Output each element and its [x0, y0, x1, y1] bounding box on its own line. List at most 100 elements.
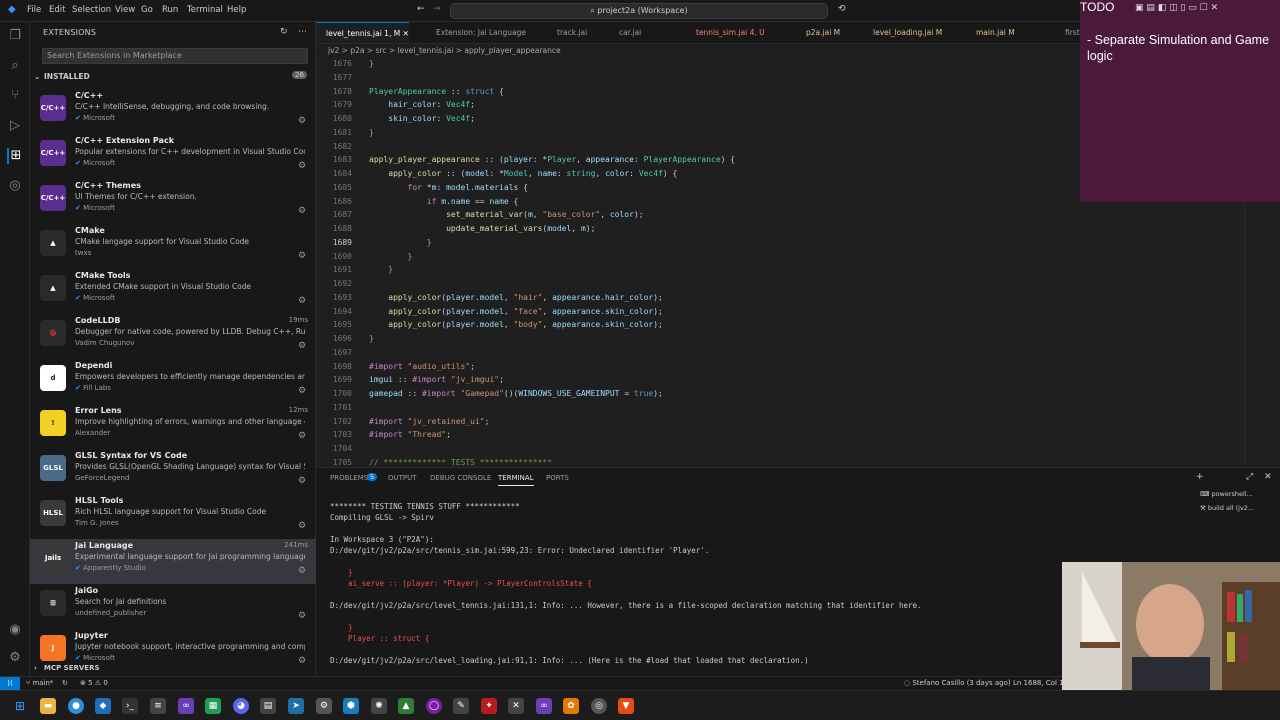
app-icon-tag[interactable]: ✎ — [453, 698, 469, 714]
manage-gear-icon[interactable]: ⚙ — [298, 566, 306, 576]
account-icon[interactable]: ◉ — [7, 622, 23, 638]
editor-tab[interactable]: p2a.jai M — [796, 22, 840, 43]
app-icon-shield[interactable]: ⬢ — [343, 698, 359, 714]
menu-edit[interactable]: Edit — [49, 5, 65, 15]
extensions-icon[interactable]: ⊞ — [7, 148, 23, 164]
extension-item[interactable]: HLSL HLSL Tools Rich HLSL language support… — [30, 494, 316, 539]
extension-item[interactable]: Jails Jai Language Experimental language s… — [30, 539, 316, 584]
manage-gear-icon[interactable]: ⚙ — [298, 116, 306, 126]
installed-section-header[interactable]: ⌄ INSTALLED 26 — [30, 70, 316, 84]
manage-gear-icon[interactable]: ⚙ — [298, 431, 306, 441]
manage-gear-icon[interactable]: ⚙ — [298, 611, 306, 621]
terminal-instance-powershell[interactable]: ⌨ powershell... — [1200, 490, 1253, 498]
app-icon-chrome-alt[interactable]: ◎ — [591, 698, 607, 714]
editor-tab[interactable]: car.jai — [609, 22, 641, 43]
extension-item[interactable]: GLSL GLSL Syntax for VS Code Provides GLSL… — [30, 449, 316, 494]
brave-icon[interactable]: ▼ — [618, 698, 634, 714]
window-controls-icons[interactable]: ▣ ▤ ◧ ◫ ▯ ▭ ☐ ✕ — [1135, 3, 1218, 13]
code-line[interactable]: 1699 imgui :: #import "jv_imgui"; — [316, 373, 1280, 387]
app-icon-bird[interactable]: ➤ — [288, 698, 304, 714]
close-panel-icon[interactable]: ✕ — [1264, 472, 1272, 482]
menu-view[interactable]: View — [115, 5, 135, 15]
code-line[interactable]: 1704 — [316, 442, 1280, 456]
code-line[interactable]: 1692 — [316, 277, 1280, 291]
tab-output[interactable]: OUTPUT — [388, 474, 417, 482]
app-icon-circle[interactable]: ◯ — [426, 698, 442, 714]
settings-gear-icon[interactable]: ⚙ — [7, 650, 23, 666]
tab-problems[interactable]: PROBLEMS — [330, 474, 368, 482]
extension-search-input[interactable]: Search Extensions in Marketplace — [42, 48, 308, 64]
extension-item[interactable]: ! Error Lens Improve highlighting of error… — [30, 404, 316, 449]
menu-help[interactable]: Help — [227, 5, 246, 15]
app-icon-red[interactable]: ✦ — [481, 698, 497, 714]
back-arrow-icon[interactable]: ← — [417, 4, 425, 14]
extension-item[interactable]: ⊞ JaiGo Search for Jai definitions undefine… — [30, 584, 316, 629]
extension-item[interactable]: C/C++ C/C++ Themes UI Themes for C/C++ ext… — [30, 179, 316, 224]
manage-gear-icon[interactable]: ⚙ — [298, 206, 306, 216]
more-actions-icon[interactable]: ⋯ — [298, 27, 307, 37]
discord-icon[interactable]: ◕ — [233, 698, 249, 714]
code-line[interactable]: 1687 set_material_var(m, "base_color", c… — [316, 208, 1280, 222]
source-control-icon[interactable]: ⑂ — [7, 88, 23, 104]
close-tab-icon[interactable]: ✕ — [403, 29, 409, 38]
code-line[interactable]: 1703 #import "Thread"; — [316, 428, 1280, 442]
terminal-app-icon[interactable]: ›_ — [122, 698, 138, 714]
app-icon-cross[interactable]: ✕ — [508, 698, 524, 714]
manage-gear-icon[interactable]: ⚙ — [298, 251, 306, 261]
app-icon-orange[interactable]: ✿ — [563, 698, 579, 714]
tab-terminal[interactable]: TERMINAL — [498, 474, 534, 486]
menu-terminal[interactable]: Terminal — [187, 5, 223, 15]
app-icon-settings[interactable]: ⚙ — [316, 698, 332, 714]
manage-gear-icon[interactable]: ⚙ — [298, 476, 306, 486]
manage-gear-icon[interactable]: ⚙ — [298, 386, 306, 396]
windows-start-icon[interactable]: ⊞ — [12, 698, 28, 714]
manage-gear-icon[interactable]: ⚙ — [298, 161, 306, 171]
code-line[interactable]: 1705 // ************* TESTS *************… — [316, 456, 1280, 467]
code-line[interactable]: 1688 update_material_vars(model, m); — [316, 222, 1280, 236]
tab-ports[interactable]: PORTS — [546, 474, 569, 482]
code-line[interactable]: 1696} — [316, 332, 1280, 346]
extension-item[interactable]: C/C++ C/C++ Extension Pack Popular extensi… — [30, 134, 316, 179]
explorer-icon[interactable]: ❐ — [7, 28, 23, 44]
code-line[interactable]: 1691 } — [316, 263, 1280, 277]
code-line[interactable]: 1701 — [316, 401, 1280, 415]
extension-item[interactable]: ▲ CMake CMake langage support for Visual S… — [30, 224, 316, 269]
branch-indicator[interactable]: ⑂ main* — [26, 679, 53, 687]
cursor-position[interactable]: Ln 1688, Col 1 — [1013, 679, 1064, 687]
visual-studio-icon[interactable]: ∞ — [178, 698, 194, 714]
editor-tab[interactable]: track.jai — [547, 22, 587, 43]
remote-icon[interactable]: ◎ — [7, 178, 23, 194]
editor-tab[interactable]: main.jai M — [966, 22, 1015, 43]
copilot-icon[interactable]: ⟲ — [838, 4, 846, 14]
search-icon[interactable]: ⌕ — [7, 58, 23, 74]
mcp-servers-section-header[interactable]: › MCP SERVERS — [30, 663, 316, 675]
chrome-icon[interactable]: ● — [68, 698, 84, 714]
vscode-icon[interactable]: ◆ — [95, 698, 111, 714]
terminal-instance-build[interactable]: ⚒ build all (jv2... — [1200, 504, 1254, 512]
remote-indicator-icon[interactable]: ⟩⟨ — [0, 677, 20, 691]
app-icon-triangle[interactable]: ▲ — [398, 698, 414, 714]
extension-item[interactable]: ▲ CMake Tools Extended CMake support in Vi… — [30, 269, 316, 314]
spreadsheet-icon[interactable]: ▦ — [205, 698, 221, 714]
editor-tab[interactable]: level_loading.jai M — [863, 22, 942, 43]
code-line[interactable]: 1695 apply_color(player.model, "body", a… — [316, 318, 1280, 332]
extension-item[interactable]: C/C++ C/C++ C/C++ IntelliSense, debugging,… — [30, 89, 316, 134]
editor-tab[interactable]: Extension: Jai Language — [426, 22, 526, 43]
app-icon-grid[interactable]: ▤ — [260, 698, 276, 714]
problems-indicator[interactable]: ⊗ 5 ⚠ 0 — [80, 679, 108, 687]
code-line[interactable]: 1689 } — [316, 236, 1280, 250]
file-explorer-icon[interactable]: ▬ — [40, 698, 56, 714]
new-terminal-icon[interactable]: + — [1196, 472, 1204, 482]
sync-icon[interactable]: ↻ — [62, 679, 68, 687]
manage-gear-icon[interactable]: ⚙ — [298, 296, 306, 306]
maximize-panel-icon[interactable]: ⤢ — [1246, 472, 1253, 482]
menu-selection[interactable]: Selection — [72, 5, 111, 15]
code-line[interactable]: 1690 } — [316, 250, 1280, 264]
extension-item[interactable]: 🐞 CodeLLDB Debugger for native code, power… — [30, 314, 316, 359]
manage-gear-icon[interactable]: ⚙ — [298, 341, 306, 351]
notepad-icon[interactable]: ≡ — [150, 698, 166, 714]
code-line[interactable]: 1693 apply_color(player.model, "hair", a… — [316, 291, 1280, 305]
app-icon-blender[interactable]: ✺ — [371, 698, 387, 714]
forward-arrow-icon[interactable]: → — [433, 4, 441, 14]
editor-tab[interactable]: level_tennis.jai 1, M ✕ — [316, 22, 409, 43]
